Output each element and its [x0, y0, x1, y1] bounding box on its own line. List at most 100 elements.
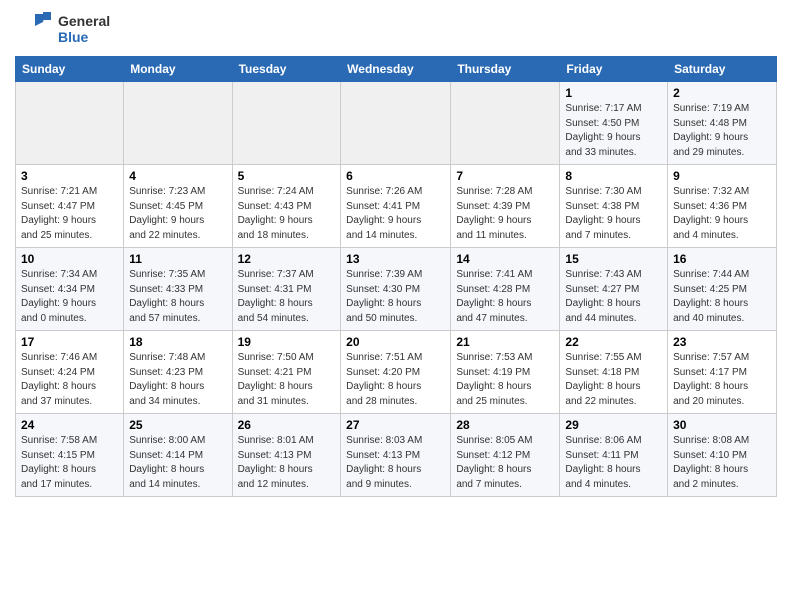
calendar-cell: 16 Sunrise: 7:44 AMSunset: 4:25 PMDayligh… [668, 248, 777, 331]
day-info: Sunrise: 8:01 AMSunset: 4:13 PMDaylight:… [238, 434, 336, 492]
day-number: 16 [673, 252, 771, 266]
day-info: Sunrise: 7:23 AMSunset: 4:45 PMDaylight:… [129, 185, 226, 243]
week-row-2: 3 Sunrise: 7:21 AMSunset: 4:47 PMDaylight… [16, 165, 777, 248]
day-number: 28 [456, 418, 554, 432]
logo-general-text: General [58, 13, 110, 29]
calendar-cell: 10Sunrise: 7:34 AMSunset: 4:34 PMDayligh… [16, 248, 124, 331]
calendar-cell: 27 Sunrise: 8:03 AMSunset: 4:13 PMDayligh… [341, 414, 451, 497]
day-info: Sunrise: 7:53 AMSunset: 4:19 PMDaylight:… [456, 351, 554, 409]
day-info: Sunrise: 7:58 AMSunset: 4:15 PMDaylight:… [21, 434, 118, 492]
day-number: 22 [565, 335, 662, 349]
day-info: Sunrise: 7:37 AMSunset: 4:31 PMDaylight:… [238, 268, 336, 326]
day-number: 5 [238, 169, 336, 183]
calendar-cell: 2 Sunrise: 7:19 AMSunset: 4:48 PMDaylight… [668, 82, 777, 165]
day-info: Sunrise: 8:03 AMSunset: 4:13 PMDaylight:… [346, 434, 445, 492]
day-info: Sunrise: 7:30 AMSunset: 4:38 PMDaylight:… [565, 185, 662, 243]
day-number: 7 [456, 169, 554, 183]
day-info: Sunrise: 7:51 AMSunset: 4:20 PMDaylight:… [346, 351, 445, 409]
day-number: 18 [129, 335, 226, 349]
calendar-cell: 21 Sunrise: 7:53 AMSunset: 4:19 PMDayligh… [451, 331, 560, 414]
day-number: 10 [21, 252, 118, 266]
day-info: Sunrise: 8:00 AMSunset: 4:14 PMDaylight:… [129, 434, 226, 492]
calendar-cell [232, 82, 341, 165]
week-row-3: 10Sunrise: 7:34 AMSunset: 4:34 PMDayligh… [16, 248, 777, 331]
calendar-cell: 9Sunrise: 7:32 AMSunset: 4:36 PMDaylight… [668, 165, 777, 248]
day-number: 25 [129, 418, 226, 432]
week-row-4: 17 Sunrise: 7:46 AMSunset: 4:24 PMDayligh… [16, 331, 777, 414]
day-number: 8 [565, 169, 662, 183]
day-info: Sunrise: 7:50 AMSunset: 4:21 PMDaylight:… [238, 351, 336, 409]
logo-container: General Blue [15, 10, 110, 48]
day-info: Sunrise: 7:26 AMSunset: 4:41 PMDaylight:… [346, 185, 445, 243]
day-number: 30 [673, 418, 771, 432]
day-number: 19 [238, 335, 336, 349]
page: General Blue SundayMondayTuesdayWednesda… [0, 0, 792, 612]
day-info: Sunrise: 7:17 AMSunset: 4:50 PMDaylight:… [565, 102, 662, 160]
calendar-cell: 12 Sunrise: 7:37 AMSunset: 4:31 PMDayligh… [232, 248, 341, 331]
day-info: Sunrise: 7:48 AMSunset: 4:23 PMDaylight:… [129, 351, 226, 409]
week-row-1: 1Sunrise: 7:17 AMSunset: 4:50 PMDaylight… [16, 82, 777, 165]
day-number: 27 [346, 418, 445, 432]
calendar-cell: 24Sunrise: 7:58 AMSunset: 4:15 PMDayligh… [16, 414, 124, 497]
weekday-header-wednesday: Wednesday [341, 57, 451, 82]
day-info: Sunrise: 7:35 AMSunset: 4:33 PMDaylight:… [129, 268, 226, 326]
calendar-cell: 30 Sunrise: 8:08 AMSunset: 4:10 PMDayligh… [668, 414, 777, 497]
day-number: 29 [565, 418, 662, 432]
day-info: Sunrise: 7:24 AMSunset: 4:43 PMDaylight:… [238, 185, 336, 243]
calendar-cell [341, 82, 451, 165]
day-number: 2 [673, 86, 771, 100]
calendar-cell: 23 Sunrise: 7:57 AMSunset: 4:17 PMDayligh… [668, 331, 777, 414]
weekday-header-saturday: Saturday [668, 57, 777, 82]
calendar-cell: 14Sunrise: 7:41 AMSunset: 4:28 PMDayligh… [451, 248, 560, 331]
calendar-cell: 25 Sunrise: 8:00 AMSunset: 4:14 PMDayligh… [124, 414, 232, 497]
day-number: 26 [238, 418, 336, 432]
calendar-cell: 4Sunrise: 7:23 AMSunset: 4:45 PMDaylight… [124, 165, 232, 248]
calendar-cell: 18 Sunrise: 7:48 AMSunset: 4:23 PMDayligh… [124, 331, 232, 414]
day-number: 17 [21, 335, 118, 349]
calendar-cell [451, 82, 560, 165]
calendar-cell: 15Sunrise: 7:43 AMSunset: 4:27 PMDayligh… [560, 248, 668, 331]
week-row-5: 24Sunrise: 7:58 AMSunset: 4:15 PMDayligh… [16, 414, 777, 497]
day-number: 20 [346, 335, 445, 349]
calendar-cell [124, 82, 232, 165]
calendar-cell: 19 Sunrise: 7:50 AMSunset: 4:21 PMDayligh… [232, 331, 341, 414]
day-info: Sunrise: 7:46 AMSunset: 4:24 PMDaylight:… [21, 351, 118, 409]
logo-text: General Blue [58, 13, 110, 45]
calendar-cell [16, 82, 124, 165]
calendar-cell: 8 Sunrise: 7:30 AMSunset: 4:38 PMDaylight… [560, 165, 668, 248]
day-number: 3 [21, 169, 118, 183]
day-info: Sunrise: 7:19 AMSunset: 4:48 PMDaylight:… [673, 102, 771, 160]
calendar-cell: 5 Sunrise: 7:24 AMSunset: 4:43 PMDaylight… [232, 165, 341, 248]
day-number: 12 [238, 252, 336, 266]
header: General Blue [15, 10, 777, 48]
weekday-header-friday: Friday [560, 57, 668, 82]
day-number: 6 [346, 169, 445, 183]
logo: General Blue [15, 10, 110, 48]
calendar-cell: 7 Sunrise: 7:28 AMSunset: 4:39 PMDaylight… [451, 165, 560, 248]
day-info: Sunrise: 7:39 AMSunset: 4:30 PMDaylight:… [346, 268, 445, 326]
day-number: 13 [346, 252, 445, 266]
weekday-header-thursday: Thursday [451, 57, 560, 82]
day-number: 21 [456, 335, 554, 349]
calendar-cell: 20 Sunrise: 7:51 AMSunset: 4:20 PMDayligh… [341, 331, 451, 414]
calendar-cell: 22 Sunrise: 7:55 AMSunset: 4:18 PMDayligh… [560, 331, 668, 414]
calendar-cell: 26 Sunrise: 8:01 AMSunset: 4:13 PMDayligh… [232, 414, 341, 497]
calendar-cell: 28 Sunrise: 8:05 AMSunset: 4:12 PMDayligh… [451, 414, 560, 497]
day-info: Sunrise: 7:41 AMSunset: 4:28 PMDaylight:… [456, 268, 554, 326]
day-number: 11 [129, 252, 226, 266]
weekday-header-sunday: Sunday [16, 57, 124, 82]
weekday-header-monday: Monday [124, 57, 232, 82]
day-info: Sunrise: 8:08 AMSunset: 4:10 PMDaylight:… [673, 434, 771, 492]
calendar-cell: 29Sunrise: 8:06 AMSunset: 4:11 PMDayligh… [560, 414, 668, 497]
calendar-cell: 11 Sunrise: 7:35 AMSunset: 4:33 PMDayligh… [124, 248, 232, 331]
day-info: Sunrise: 8:05 AMSunset: 4:12 PMDaylight:… [456, 434, 554, 492]
day-number: 23 [673, 335, 771, 349]
day-info: Sunrise: 7:21 AMSunset: 4:47 PMDaylight:… [21, 185, 118, 243]
day-info: Sunrise: 7:55 AMSunset: 4:18 PMDaylight:… [565, 351, 662, 409]
weekday-header-tuesday: Tuesday [232, 57, 341, 82]
day-info: Sunrise: 7:44 AMSunset: 4:25 PMDaylight:… [673, 268, 771, 326]
logo-bird-icon [15, 10, 53, 48]
day-info: Sunrise: 7:28 AMSunset: 4:39 PMDaylight:… [456, 185, 554, 243]
day-info: Sunrise: 7:57 AMSunset: 4:17 PMDaylight:… [673, 351, 771, 409]
calendar-cell: 6 Sunrise: 7:26 AMSunset: 4:41 PMDaylight… [341, 165, 451, 248]
